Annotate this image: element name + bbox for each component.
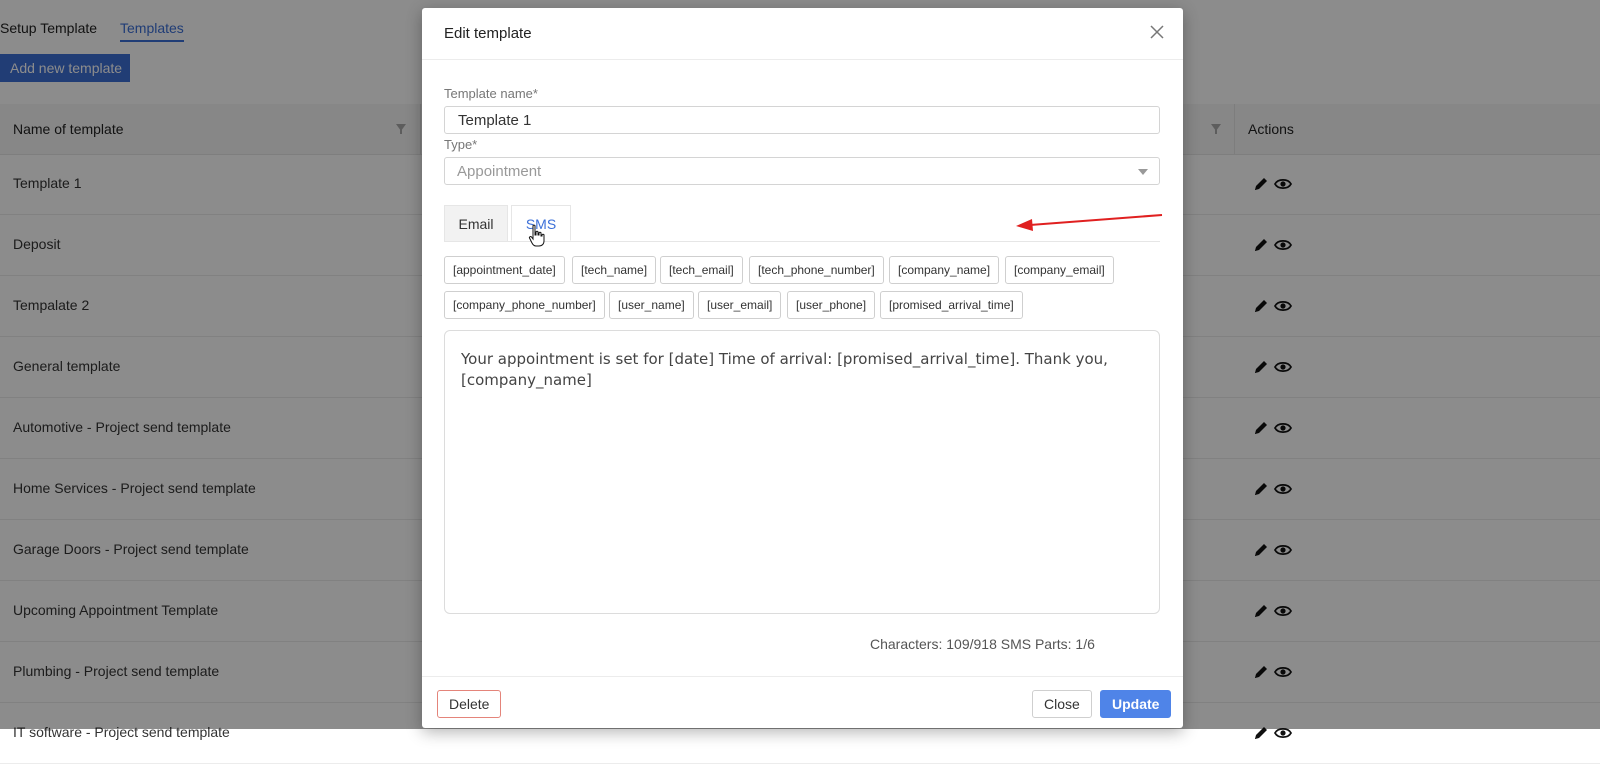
close-button[interactable]: Close xyxy=(1032,690,1092,718)
sms-message-textarea[interactable]: Your appointment is set for [date] Time … xyxy=(444,330,1160,614)
template-name-label: Template name* xyxy=(444,86,538,101)
hand-cursor-icon xyxy=(528,224,545,247)
chevron-down-icon xyxy=(1138,169,1148,175)
edit-template-modal: Edit template Template name* Template 1 … xyxy=(422,8,1183,728)
variable-chip[interactable]: [tech_phone_number] xyxy=(749,256,884,284)
type-select-value: Appointment xyxy=(457,163,542,180)
type-label: Type* xyxy=(444,137,478,152)
variable-chip[interactable]: [user_phone] xyxy=(787,291,876,319)
variable-chip[interactable]: [appointment_date] xyxy=(444,256,565,284)
tab-email[interactable]: Email xyxy=(444,205,508,241)
variable-chip[interactable]: [user_name] xyxy=(609,291,694,319)
variable-chip[interactable]: [tech_name] xyxy=(572,256,657,284)
modal-footer: Delete Close Update xyxy=(422,676,1183,729)
template-name-input[interactable]: Template 1 xyxy=(444,106,1160,134)
delete-button[interactable]: Delete xyxy=(437,690,502,718)
update-button[interactable]: Update xyxy=(1100,690,1172,718)
type-select[interactable]: Appointment xyxy=(444,157,1160,185)
variable-chip[interactable]: [company_name] xyxy=(889,256,1000,284)
character-count: Characters: 109/918 SMS Parts: 1/6 xyxy=(870,636,1095,652)
variable-chip[interactable]: [company_email] xyxy=(1005,256,1114,284)
variable-chip[interactable]: [company_phone_number] xyxy=(444,291,605,319)
modal-title: Edit template xyxy=(444,25,532,42)
variable-chip[interactable]: [promised_arrival_time] xyxy=(880,291,1023,319)
annotation-arrow-icon xyxy=(1016,214,1163,231)
modal-header: Edit template xyxy=(422,8,1183,60)
close-icon[interactable] xyxy=(1149,24,1165,40)
variable-chip[interactable]: [tech_email] xyxy=(660,256,743,284)
variable-chip[interactable]: [user_email] xyxy=(698,291,782,319)
